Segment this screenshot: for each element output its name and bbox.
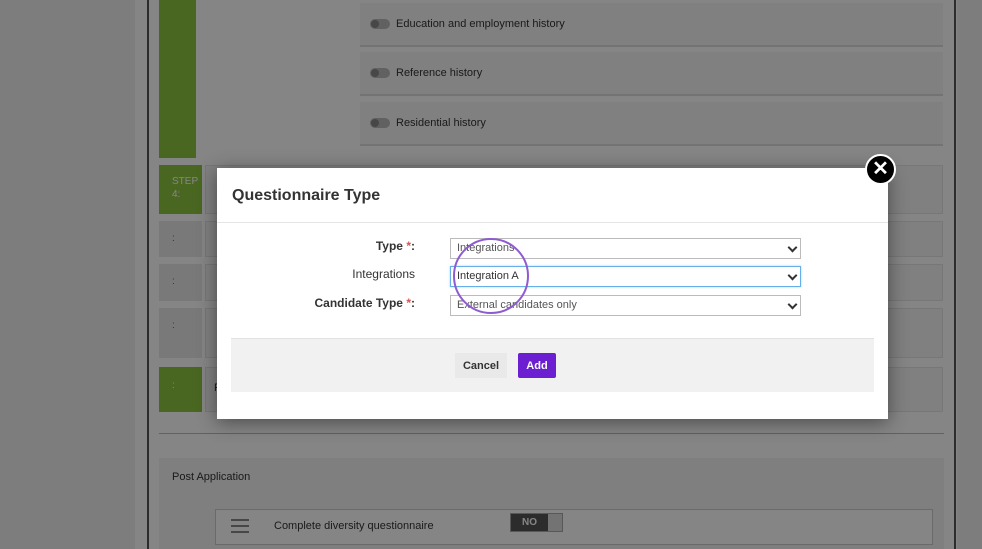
integrations-label: Integrations [352, 267, 415, 281]
add-button[interactable]: Add [518, 353, 556, 378]
candidate-type-label: Candidate Type *: [314, 296, 415, 310]
chevron-down-icon [787, 299, 798, 310]
questionnaire-type-modal: Questionnaire Type Type *: Integrations … [217, 168, 888, 419]
cancel-button[interactable]: Cancel [455, 353, 507, 378]
integrations-select[interactable]: Integration A [450, 266, 801, 287]
candidate-type-select-value: External candidates only [457, 299, 577, 311]
type-label: Type *: [375, 239, 415, 253]
candidate-type-select[interactable]: External candidates only [450, 295, 801, 316]
modal-header: Questionnaire Type [217, 168, 888, 223]
modal-title: Questionnaire Type [232, 187, 381, 204]
close-icon[interactable]: ✕ [865, 154, 896, 185]
type-select[interactable]: Integrations [450, 238, 801, 259]
chevron-down-icon [787, 270, 798, 281]
integrations-select-value: Integration A [457, 270, 519, 282]
chevron-down-icon [787, 242, 798, 253]
type-select-value: Integrations [457, 242, 515, 254]
modal-footer: Cancel Add [231, 338, 874, 392]
